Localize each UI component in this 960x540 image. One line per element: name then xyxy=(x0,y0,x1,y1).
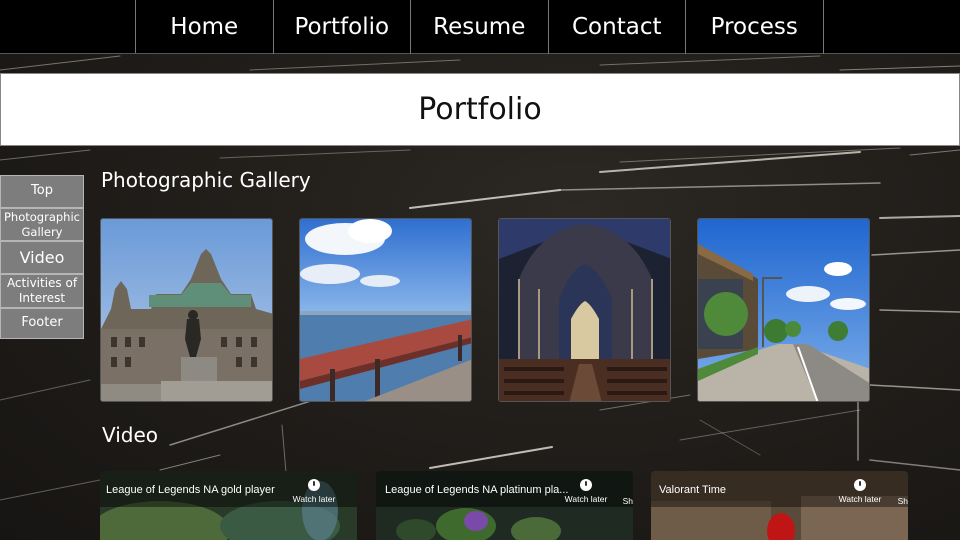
watch-later-button[interactable]: Watch later xyxy=(834,479,886,504)
side-menu-activities[interactable]: Activities of Interest xyxy=(0,274,84,308)
gallery-heading: Photographic Gallery xyxy=(101,168,311,192)
parliament-building-photo[interactable] xyxy=(100,218,273,402)
nav-process[interactable]: Process xyxy=(686,0,824,54)
watch-later-label: Watch later xyxy=(838,494,882,504)
nav-portfolio[interactable]: Portfolio xyxy=(274,0,411,54)
clock-icon xyxy=(580,479,592,491)
video-embed-2[interactable]: League of Legends NA platinum pla... Wat… xyxy=(376,471,633,540)
nav-spacer-right xyxy=(824,0,960,53)
top-navigation: Home Portfolio Resume Contact Process xyxy=(0,0,960,54)
page-title-bar: Portfolio xyxy=(0,73,960,146)
video-title: League of Legends NA gold player xyxy=(106,484,275,496)
video-embed-1[interactable]: League of Legends NA gold player Watch l… xyxy=(100,471,357,540)
share-label[interactable]: Sh xyxy=(623,496,633,506)
street-scene-photo[interactable] xyxy=(697,218,870,402)
share-label[interactable]: Sh xyxy=(898,496,908,506)
nav-home[interactable]: Home xyxy=(136,0,274,54)
cathedral-interior-photo[interactable] xyxy=(498,218,671,402)
side-menu-video[interactable]: Video xyxy=(0,241,84,274)
nav-spacer-left xyxy=(0,0,136,53)
side-menu-top[interactable]: Top xyxy=(0,175,84,208)
watch-later-label: Watch later xyxy=(292,494,336,504)
clock-icon xyxy=(854,479,866,491)
watch-later-button[interactable]: Watch later xyxy=(560,479,612,504)
video-embed-3[interactable]: Valorant Time Watch later Sh xyxy=(651,471,908,540)
watch-later-button[interactable]: Watch later xyxy=(288,479,340,504)
waterfront-railing-photo[interactable] xyxy=(299,218,472,402)
side-menu-photographic-gallery[interactable]: Photographic Gallery xyxy=(0,208,84,241)
page-title: Portfolio xyxy=(418,92,542,127)
side-menu: Top Photographic Gallery Video Activitie… xyxy=(0,175,84,339)
video-title: Valorant Time xyxy=(659,484,727,496)
side-menu-footer[interactable]: Footer xyxy=(0,308,84,339)
clock-icon xyxy=(308,479,320,491)
nav-resume[interactable]: Resume xyxy=(411,0,549,54)
nav-contact[interactable]: Contact xyxy=(549,0,686,54)
video-heading: Video xyxy=(102,423,159,447)
video-title: League of Legends NA platinum pla... xyxy=(385,484,569,496)
watch-later-label: Watch later xyxy=(564,494,608,504)
